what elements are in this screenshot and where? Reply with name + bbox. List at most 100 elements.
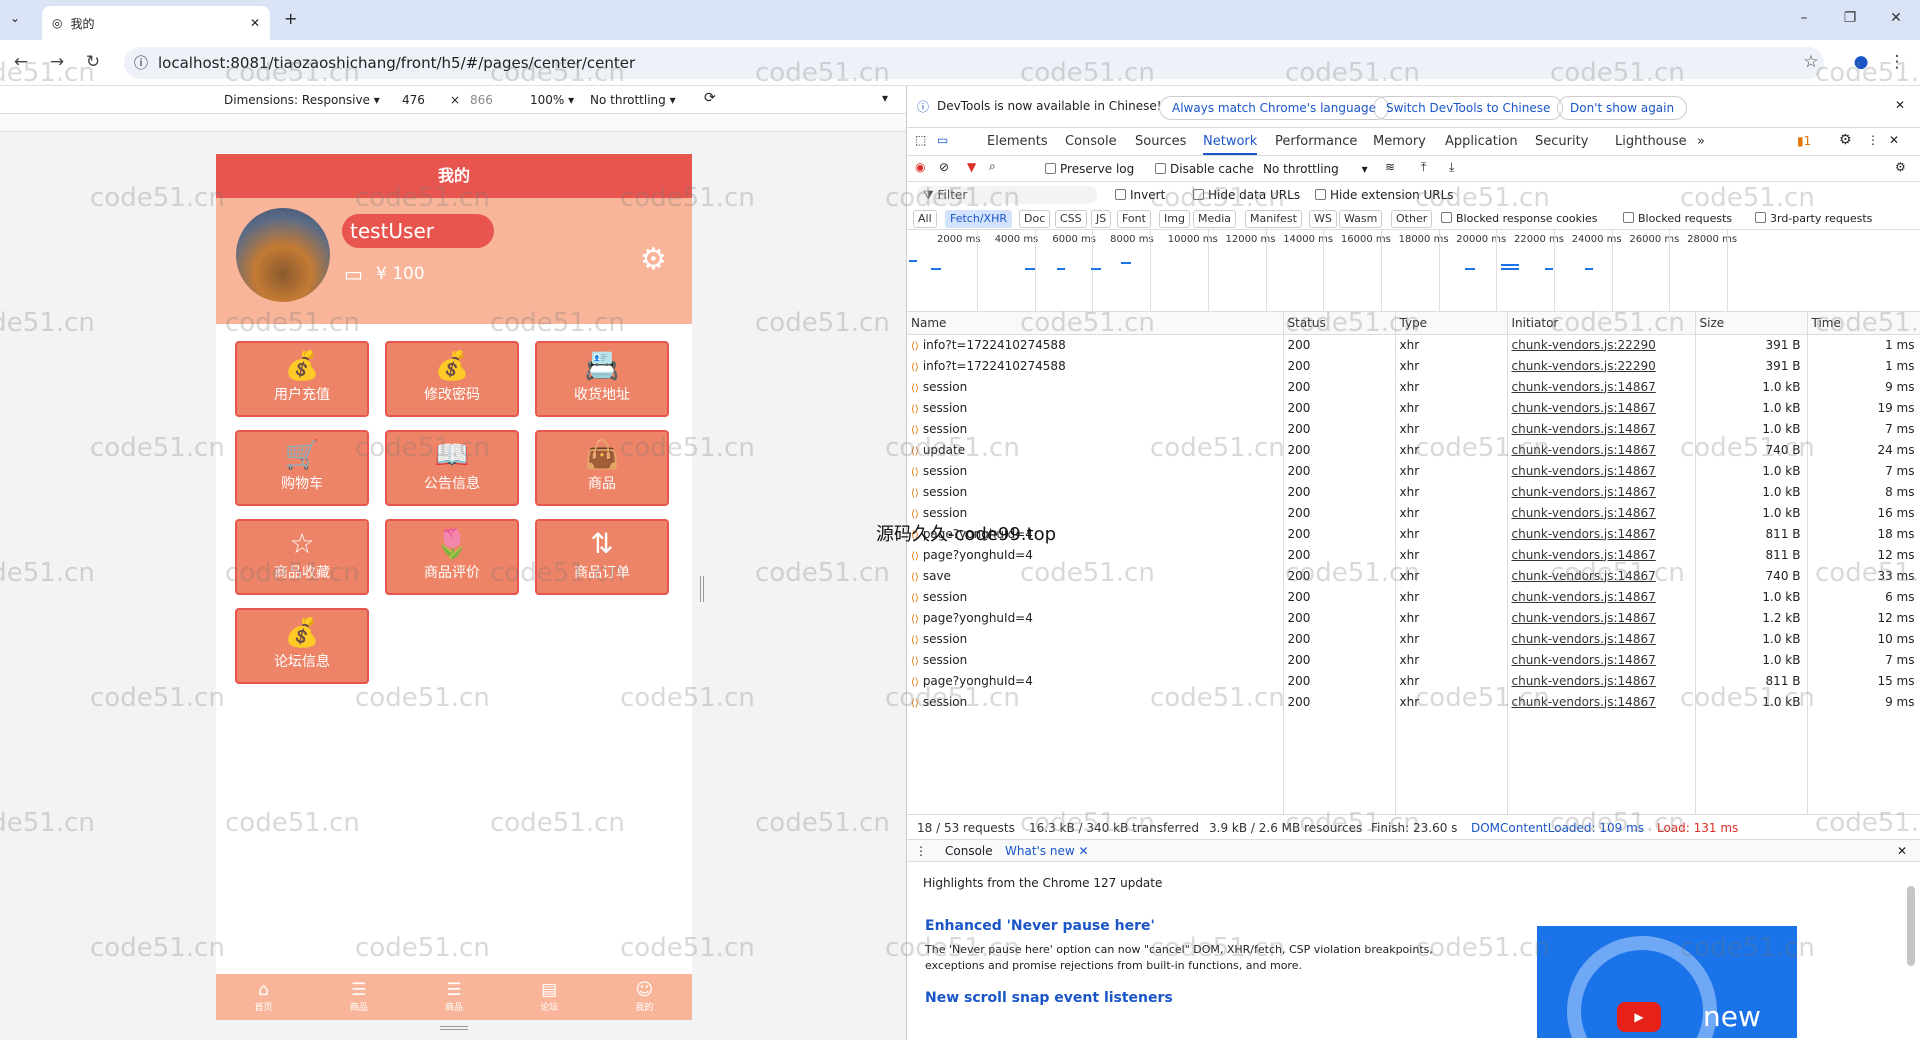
table-row[interactable]: ⟨⟩ save 200 xhr chunk-vendors.js:14867 740 B3… [907, 565, 1920, 586]
tab-application[interactable]: Application [1445, 134, 1518, 149]
video-thumbnail[interactable]: ▶ new [1537, 926, 1797, 1038]
table-row[interactable]: ⟨⟩ page?yonghuId=4 200 xhr chunk-vendors.js:… [907, 544, 1920, 565]
restore-icon[interactable]: ❐ [1840, 10, 1860, 26]
menu-item-change-password[interactable]: 💰 修改密码 [385, 341, 519, 417]
back-icon[interactable]: ← [10, 52, 32, 72]
network-overview[interactable]: 2000 ms 4000 ms 6000 ms 8000 ms 10000 ms 1200… [907, 230, 1920, 312]
type-media[interactable]: Media [1193, 210, 1237, 228]
table-row[interactable]: ⟨⟩ session 200 xhr chunk-vendors.js:14867 1.0… [907, 397, 1920, 418]
height-input[interactable]: 866 [470, 93, 493, 107]
cell-initiator[interactable]: chunk-vendors.js:14867 [1507, 376, 1696, 397]
nav-home[interactable]: ⌂ 首页 [216, 974, 311, 1020]
nav-goods-1[interactable]: ☰ 商品 [311, 974, 406, 1020]
settings-gear-icon[interactable]: ⚙ [640, 242, 667, 277]
tab-elements[interactable]: Elements [987, 134, 1048, 149]
menu-item-favorites[interactable]: ☆ 商品收藏 [235, 519, 369, 595]
cell-initiator[interactable]: chunk-vendors.js:14867 [1507, 460, 1696, 481]
table-row[interactable]: ⟨⟩ session 200 xhr chunk-vendors.js:14867 1.0… [907, 586, 1920, 607]
tab-lighthouse[interactable]: Lighthouse [1615, 134, 1687, 149]
col-type[interactable]: Type [1395, 312, 1508, 335]
cell-initiator[interactable]: chunk-vendors.js:22290 [1507, 355, 1696, 376]
col-time[interactable]: Time [1807, 312, 1920, 335]
blocked-cookies-checkbox[interactable]: Blocked response cookies [1441, 212, 1598, 225]
tab-memory[interactable]: Memory [1373, 134, 1426, 149]
minimize-icon[interactable]: – [1794, 10, 1814, 26]
tab-network[interactable]: Network [1203, 134, 1258, 155]
close-devtools-icon[interactable]: ✕ [1889, 133, 1899, 147]
menu-item-orders[interactable]: ⇅ 商品订单 [535, 519, 669, 595]
dont-show-button[interactable]: Don't show again [1557, 96, 1688, 120]
nav-goods-2[interactable]: ☰ 商品 [406, 974, 501, 1020]
table-row[interactable]: ⟨⟩ session 200 xhr chunk-vendors.js:14867 1.0… [907, 649, 1920, 670]
menu-item-cart[interactable]: 🛒 购物车 [235, 430, 369, 506]
type-fetch-xhr[interactable]: Fetch/XHR [945, 210, 1012, 228]
throttling-select[interactable]: No throttling ▾ [1263, 162, 1368, 176]
table-row[interactable]: ⟨⟩ session 200 xhr chunk-vendors.js:14867 1.0… [907, 502, 1920, 523]
menu-item-reviews[interactable]: 🌷 商品评价 [385, 519, 519, 595]
type-all[interactable]: All [913, 210, 937, 228]
tab-performance[interactable]: Performance [1275, 134, 1357, 149]
nav-forum[interactable]: ▤ 论坛 [502, 974, 597, 1020]
cell-initiator[interactable]: chunk-vendors.js:14867 [1507, 628, 1696, 649]
table-row[interactable]: ⟨⟩ page?yonghuId=4 200 xhr chunk-vendors.js:… [907, 670, 1920, 691]
clear-icon[interactable]: ⊘ [939, 160, 949, 174]
network-settings-icon[interactable]: ⚙ [1895, 160, 1906, 174]
site-info-icon[interactable]: ⓘ [134, 53, 148, 73]
cell-initiator[interactable]: chunk-vendors.js:14867 [1507, 565, 1696, 586]
download-icon[interactable]: ⤓ [1449, 160, 1454, 175]
close-notice-icon[interactable]: ✕ [1895, 98, 1905, 112]
menu-item-recharge[interactable]: 💰 用户充值 [235, 341, 369, 417]
cell-initiator[interactable]: chunk-vendors.js:14867 [1507, 481, 1696, 502]
device-toggle-icon[interactable]: ▭ [937, 133, 948, 147]
drawer-scrollbar[interactable] [1907, 886, 1915, 966]
resize-handle-bottom[interactable] [440, 1026, 468, 1030]
hide-extension-urls-checkbox[interactable]: Hide extension URLs [1315, 188, 1454, 202]
cell-initiator[interactable]: chunk-vendors.js:14867 [1507, 607, 1696, 628]
drawer-menu-icon[interactable]: ⋮ [915, 844, 927, 858]
width-input[interactable]: 476 [402, 93, 425, 107]
third-party-checkbox[interactable]: 3rd-party requests [1755, 212, 1872, 225]
upload-icon[interactable]: ⤒ [1421, 160, 1426, 175]
col-name[interactable]: Name [907, 312, 1284, 335]
blocked-requests-checkbox[interactable]: Blocked requests [1623, 212, 1732, 225]
cell-initiator[interactable]: chunk-vendors.js:14867 [1507, 691, 1696, 712]
table-row[interactable]: ⟨⟩ info?t=1722410274588 200 xhr chunk-vendor… [907, 355, 1920, 376]
feature-title-2[interactable]: New scroll snap event listeners [925, 990, 1173, 1006]
resize-handle-right[interactable] [700, 576, 704, 602]
type-other[interactable]: Other [1391, 210, 1433, 228]
type-img[interactable]: Img [1159, 210, 1190, 228]
new-tab-icon[interactable]: + [284, 9, 297, 28]
cell-initiator[interactable]: chunk-vendors.js:14867 [1507, 670, 1696, 691]
tab-security[interactable]: Security [1535, 134, 1588, 149]
throttle-select[interactable]: No throttling ▾ [590, 93, 676, 107]
feature-title-1[interactable]: Enhanced 'Never pause here' [925, 918, 1155, 934]
settings-icon[interactable]: ⚙ [1839, 132, 1852, 148]
profile-icon[interactable]: ● [1850, 52, 1872, 72]
close-whatsnew-icon[interactable]: ✕ [1079, 844, 1089, 858]
menu-icon[interactable]: ⋮ [1886, 52, 1908, 72]
more-tabs-icon[interactable]: » [1697, 134, 1705, 149]
type-doc[interactable]: Doc [1019, 210, 1051, 228]
reload-icon[interactable]: ↻ [82, 52, 104, 72]
table-row[interactable]: ⟨⟩ session 200 xhr chunk-vendors.js:14867 1.0… [907, 691, 1920, 712]
browser-tab[interactable]: ◎ 我的 ✕ [42, 6, 270, 40]
drawer-tab-whatsnew[interactable]: What's new ✕ [1005, 844, 1089, 858]
close-drawer-icon[interactable]: ✕ [1897, 844, 1907, 858]
tab-sources[interactable]: Sources [1135, 134, 1186, 149]
type-manifest[interactable]: Manifest [1245, 210, 1302, 228]
url-field[interactable]: ⓘ localhost:8081/tiaozaoshichang/front/h… [124, 47, 1824, 79]
cell-initiator[interactable]: chunk-vendors.js:14867 [1507, 544, 1696, 565]
cell-initiator[interactable]: chunk-vendors.js:14867 [1507, 439, 1696, 460]
preserve-log-checkbox[interactable]: Preserve log [1045, 162, 1134, 176]
wifi-icon[interactable]: ≋ [1385, 160, 1395, 174]
col-status[interactable]: Status [1283, 312, 1396, 335]
avatar[interactable] [236, 208, 330, 302]
type-font[interactable]: Font [1117, 210, 1151, 228]
disable-cache-checkbox[interactable]: Disable cache [1155, 162, 1254, 176]
cell-initiator[interactable]: chunk-vendors.js:22290 [1507, 334, 1696, 355]
menu-item-address[interactable]: 📇 收货地址 [535, 341, 669, 417]
table-row[interactable]: ⟨⟩ session 200 xhr chunk-vendors.js:14867 1.0… [907, 481, 1920, 502]
table-row[interactable]: ⟨⟩ session 200 xhr chunk-vendors.js:14867 1.0… [907, 376, 1920, 397]
drawer-tab-console[interactable]: Console [945, 844, 993, 858]
menu-item-notice[interactable]: 📖 公告信息 [385, 430, 519, 506]
